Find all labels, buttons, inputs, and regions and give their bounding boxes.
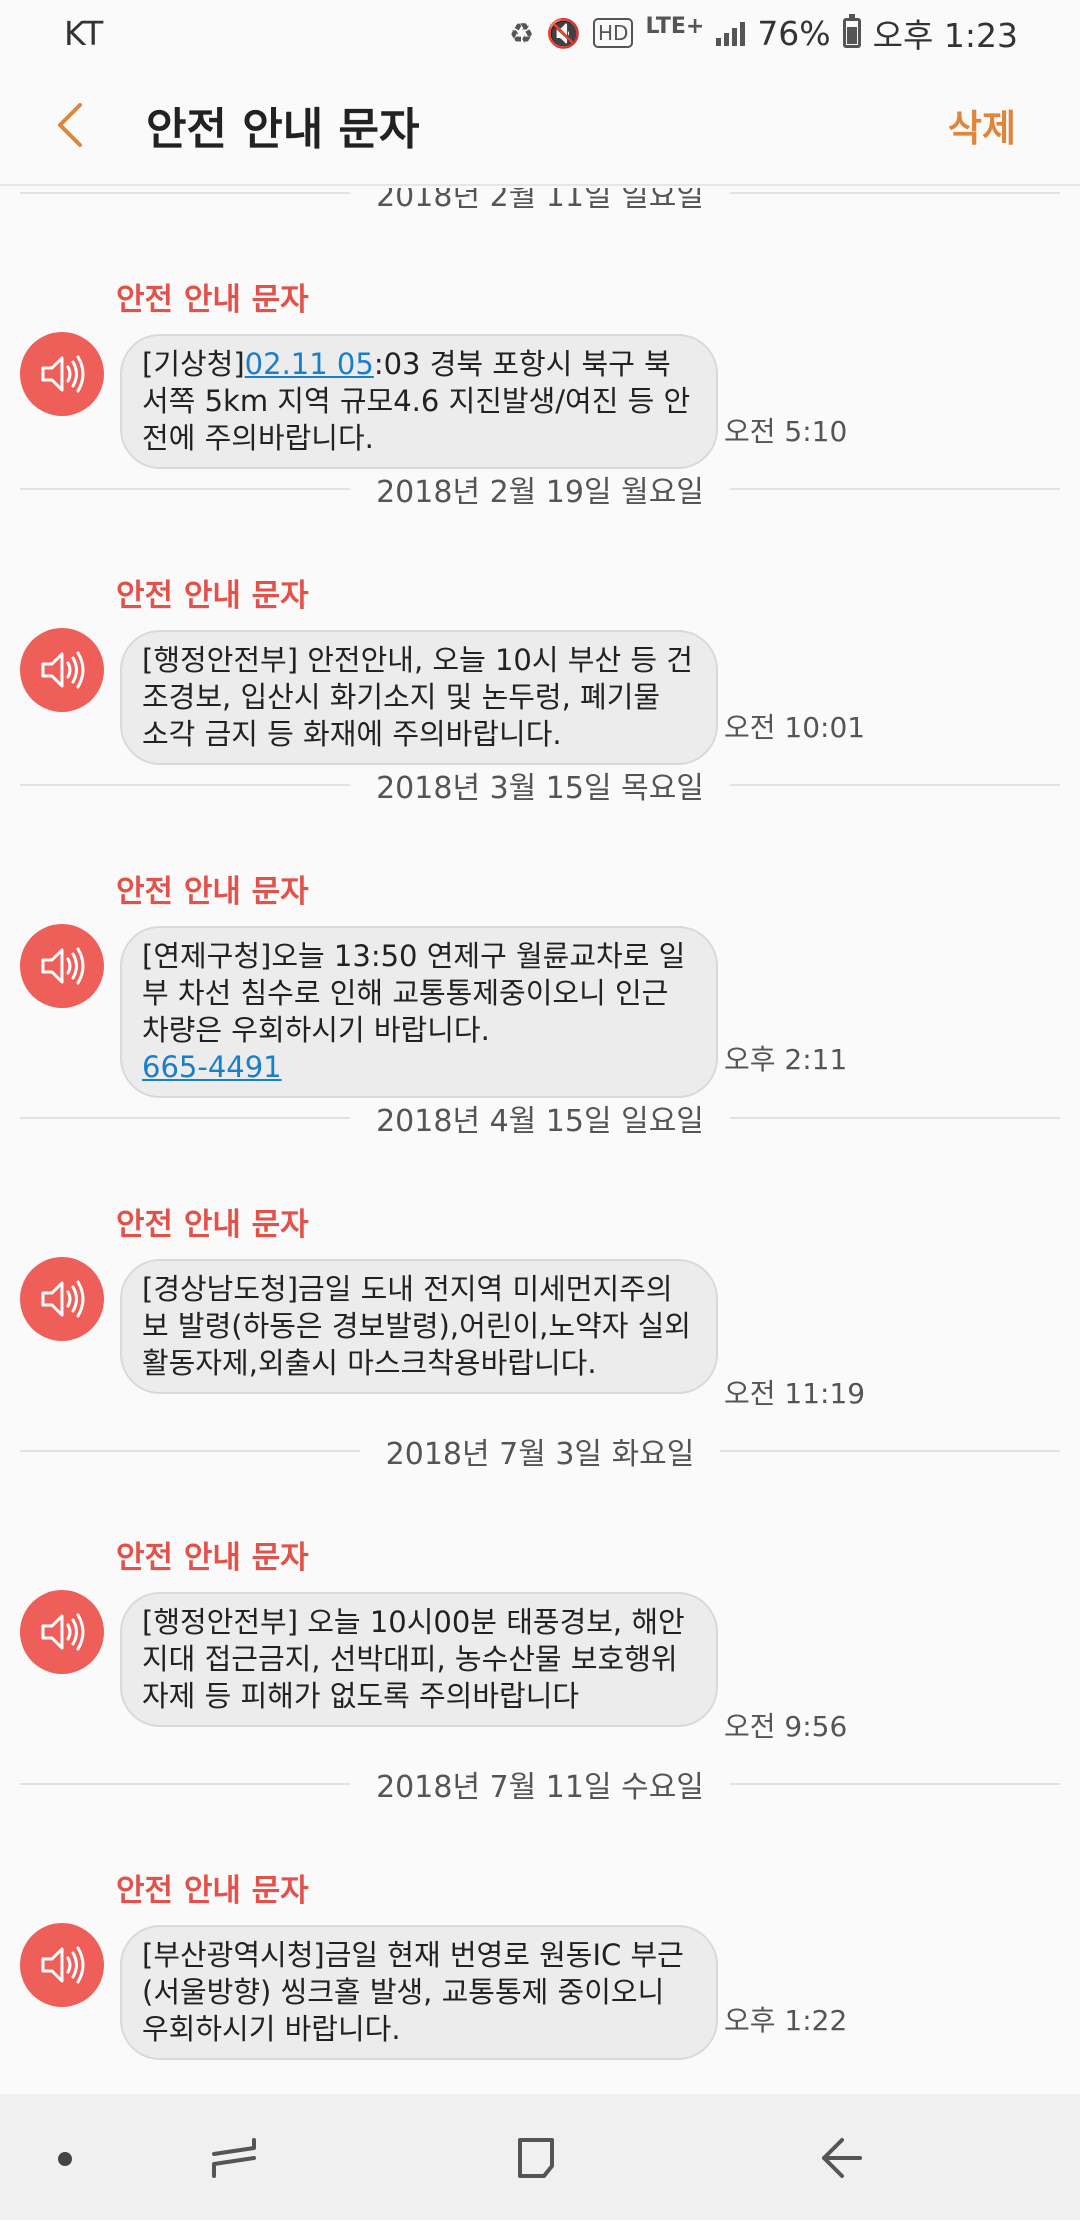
speaker-icon xyxy=(41,1280,85,1318)
app-bar: 안전 안내 문자 삭제 xyxy=(0,66,1080,186)
sender-name: 안전 안내 문자 xyxy=(116,1540,309,1576)
date-separator: 2018년 7월 3일 화요일 xyxy=(20,1431,1061,1472)
recent-apps-button[interactable] xyxy=(206,2130,262,2186)
sender-name: 안전 안내 문자 xyxy=(116,1207,309,1243)
status-bar: KT ♻ 🔇 HD LTE+ 76% 오후 1:23 xyxy=(0,0,1080,66)
nav-dot-icon[interactable] xyxy=(58,2152,72,2166)
status-icons: ♻ 🔇 HD LTE+ 76% 오후 1:23 xyxy=(509,9,1018,57)
date-separator: 2018년 2월 11일 일요일 xyxy=(20,188,1061,214)
navigation-bar xyxy=(0,2094,1080,2220)
date-separator: 2018년 3월 15일 목요일 xyxy=(20,765,1061,806)
back-nav-button[interactable] xyxy=(812,2130,868,2186)
message-bubble[interactable]: [부산광역시청]금일 현재 번영로 원동IC 부근(서울방향) 씽크홀 발생, … xyxy=(120,1925,718,2060)
message-time: 오후 1:22 xyxy=(724,2004,848,2037)
sender-name: 안전 안내 문자 xyxy=(116,1873,309,1909)
sender-avatar[interactable] xyxy=(20,924,104,1008)
sender-name: 안전 안내 문자 xyxy=(116,578,309,614)
home-icon xyxy=(518,2138,554,2178)
home-button[interactable] xyxy=(508,2130,564,2186)
delete-button[interactable]: 삭제 xyxy=(948,98,1016,152)
sender-avatar[interactable] xyxy=(20,1923,104,2007)
date-separator: 2018년 2월 19일 월요일 xyxy=(20,469,1061,510)
message-time: 오전 9:56 xyxy=(724,1710,848,1743)
recent-apps-icon xyxy=(212,2138,256,2178)
phone-link[interactable]: 665-4491 xyxy=(142,1050,282,1084)
sender-name: 안전 안내 문자 xyxy=(116,874,309,910)
message-text: [기상청] xyxy=(142,347,245,381)
date-label: 2018년 2월 11일 일요일 xyxy=(376,188,704,214)
message-bubble[interactable]: [경상남도청]금일 도내 전지역 미세먼지주의보 발령(하동은 경보발령),어린… xyxy=(120,1259,718,1394)
date-label: 2018년 7월 11일 수요일 xyxy=(376,1770,704,1805)
sender-avatar[interactable] xyxy=(20,1257,104,1341)
mute-icon: 🔇 xyxy=(546,16,581,50)
date-separator: 2018년 4월 15일 일요일 xyxy=(20,1098,1061,1139)
message-bubble[interactable]: [행정안전부] 오늘 10시00분 태풍경보, 해안지대 접근금지, 선박대피,… xyxy=(120,1592,718,1727)
battery-icon xyxy=(842,14,861,48)
date-label: 2018년 2월 19일 월요일 xyxy=(376,475,704,510)
signal-icon xyxy=(716,20,746,46)
date-link[interactable]: 02.11 05 xyxy=(245,347,374,381)
recycle-icon: ♻ xyxy=(509,16,535,50)
sender-avatar[interactable] xyxy=(20,332,104,416)
date-label: 2018년 4월 15일 일요일 xyxy=(376,1104,704,1139)
message-bubble[interactable]: [행정안전부] 안전안내, 오늘 10시 부산 등 건조경보, 입산시 화기소지… xyxy=(120,630,718,765)
message-time: 오전 5:10 xyxy=(724,415,848,448)
message-time: 오전 11:19 xyxy=(724,1377,866,1410)
clock: 오후 1:23 xyxy=(872,16,1018,55)
date-separator: 2018년 7월 11일 수요일 xyxy=(20,1764,1061,1805)
message-bubble[interactable]: [연제구청]오늘 13:50 연제구 월륜교차로 일부 차선 침수로 인해 교통… xyxy=(120,926,718,1098)
back-button[interactable] xyxy=(0,65,140,185)
speaker-icon xyxy=(41,1946,85,1984)
chevron-left-icon xyxy=(58,103,82,147)
network-label: LTE+ xyxy=(645,14,705,39)
page-title: 안전 안내 문자 xyxy=(146,104,420,155)
carrier-label: KT xyxy=(64,13,104,53)
message-list[interactable]: 2018년 2월 11일 일요일 안전 안내 문자 [기상청]02.11 05:… xyxy=(0,188,1080,2094)
message-text: [연제구청]오늘 13:50 연제구 월륜교차로 일부 차선 침수로 인해 교통… xyxy=(142,939,686,1047)
speaker-icon xyxy=(41,651,85,689)
message-bubble[interactable]: [기상청]02.11 05:03 경북 포항시 북구 북서쪽 5km 지역 규모… xyxy=(120,334,718,469)
speaker-icon xyxy=(41,1613,85,1651)
date-label: 2018년 7월 3일 화요일 xyxy=(385,1437,695,1472)
battery-percent: 76% xyxy=(757,13,831,53)
speaker-icon xyxy=(41,355,85,393)
date-label: 2018년 3월 15일 목요일 xyxy=(376,771,704,806)
speaker-icon xyxy=(41,947,85,985)
message-time: 오전 10:01 xyxy=(724,711,866,744)
sender-avatar[interactable] xyxy=(20,1590,104,1674)
back-arrow-icon xyxy=(822,2138,862,2178)
sender-name: 안전 안내 문자 xyxy=(116,282,309,318)
message-time: 오후 2:11 xyxy=(724,1043,848,1076)
hd-icon: HD xyxy=(593,18,634,48)
sender-avatar[interactable] xyxy=(20,628,104,712)
